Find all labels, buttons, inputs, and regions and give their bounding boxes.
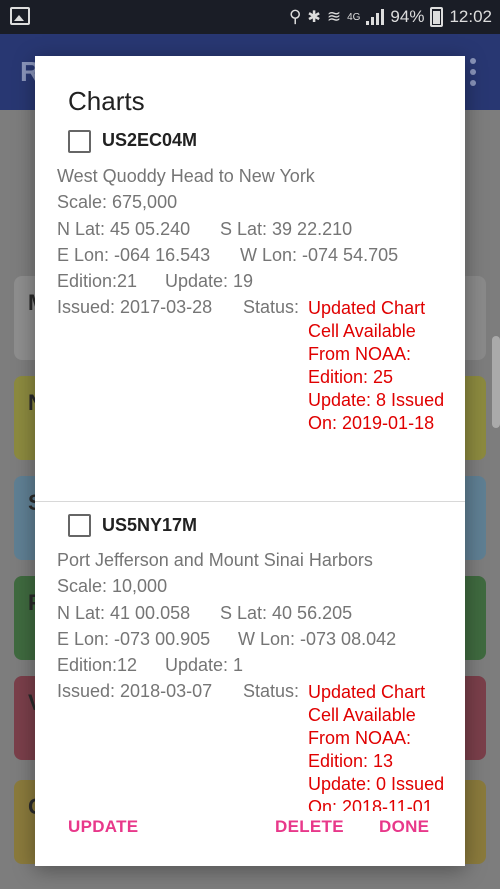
wifi-icon: ≋	[326, 7, 342, 26]
chart-issued: Issued: 2018-03-07	[57, 681, 213, 701]
bluetooth-icon: ✱	[307, 9, 321, 26]
chart-list[interactable]: US2EC04M West Quoddy Head to New York Sc…	[35, 121, 465, 811]
chart-w-lon: W Lon: -073 08.042	[238, 629, 397, 649]
gallery-icon	[10, 7, 30, 25]
chart-w-lon: W Lon: -074 54.705	[240, 245, 399, 265]
chart-n-lat: N Lat: 41 00.058	[57, 603, 191, 623]
chart-edition: Edition:21	[57, 271, 138, 291]
status-bar: ⚲ ✱ ≋ 4G 94% 12:02	[0, 0, 500, 34]
chart-name: Port Jefferson and Mount Sinai Harbors	[57, 550, 373, 570]
chart-name: West Quoddy Head to New York	[57, 166, 315, 186]
signal-icon	[366, 9, 385, 25]
chart-checkbox[interactable]	[68, 130, 91, 153]
chart-s-lat: S Lat: 39 22.210	[220, 219, 353, 239]
delete-button[interactable]: DELETE	[275, 817, 344, 837]
chart-update: Update: 1	[165, 655, 244, 675]
chart-s-lat: S Lat: 40 56.205	[220, 603, 353, 623]
network-type: 4G	[347, 11, 361, 23]
chart-issued: Issued: 2017-03-28	[57, 297, 213, 317]
location-icon: ⚲	[288, 7, 302, 26]
done-button[interactable]: DONE	[379, 817, 429, 837]
clock: 12:02	[449, 7, 492, 26]
battery-percent: 94%	[390, 7, 425, 26]
chart-scale: Scale: 675,000	[57, 192, 178, 212]
battery-icon	[430, 7, 444, 27]
chart-n-lat: N Lat: 45 05.240	[57, 219, 191, 239]
chart-entry: US5NY17M Port Jefferson and Mount Sinai …	[35, 502, 465, 811]
status-icons: ⚲ ✱ ≋ 4G 94% 12:02	[289, 7, 492, 27]
chart-status-label: Status:	[243, 681, 300, 701]
dialog-actions: UPDATE DELETE DONE	[35, 790, 465, 866]
chart-e-lon: E Lon: -073 00.905	[57, 629, 211, 649]
scrollbar[interactable]	[492, 336, 500, 428]
chart-id: US2EC04M	[102, 130, 198, 150]
chart-status-label: Status:	[243, 297, 300, 317]
chart-edition: Edition:12	[57, 655, 138, 675]
chart-scale: Scale: 10,000	[57, 576, 168, 596]
dialog-title: Charts	[68, 86, 145, 116]
chart-checkbox[interactable]	[68, 514, 91, 537]
chart-id: US5NY17M	[102, 515, 198, 535]
chart-update: Update: 19	[165, 271, 254, 291]
chart-e-lon: E Lon: -064 16.543	[57, 245, 211, 265]
charts-dialog: Charts US2EC04M West Quoddy Head to New …	[35, 56, 465, 866]
overflow-menu-icon[interactable]	[470, 58, 476, 91]
chart-entry: US2EC04M West Quoddy Head to New York Sc…	[35, 121, 465, 502]
update-button[interactable]: UPDATE	[68, 817, 138, 837]
chart-status-value: Updated Chart Cell Available From NOAA: …	[308, 298, 445, 433]
